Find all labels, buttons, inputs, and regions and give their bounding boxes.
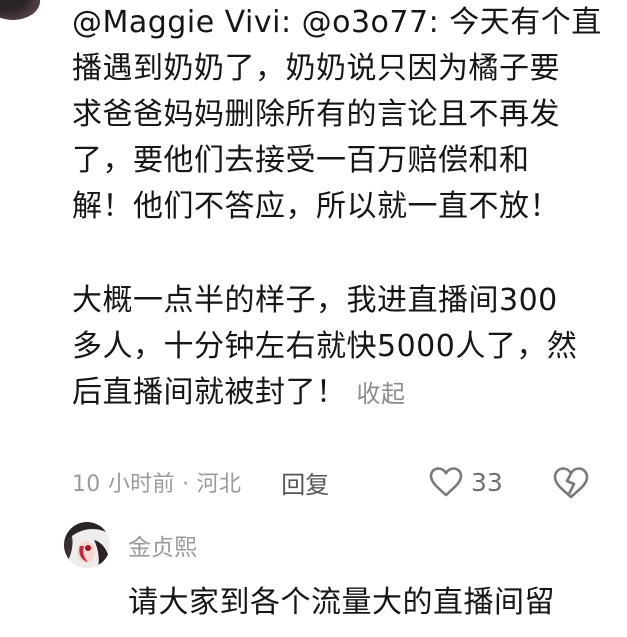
collapse-link[interactable]: 收起	[357, 380, 406, 408]
comment-line: 求爸爸妈妈删除所有的言论且不再发	[72, 97, 560, 132]
avatar-image	[64, 522, 110, 568]
comment-line: 播遇到奶奶了，奶奶说只因为橘子要	[72, 51, 560, 86]
reply-username[interactable]: 金贞熙	[128, 528, 197, 562]
like-button[interactable]: 33	[429, 462, 503, 502]
comment-paragraph-2: 大概一点半的样子，我进直播间300 多人，十分钟左右就快5000人了，然 后直播…	[72, 278, 612, 417]
comment-line: 解！他们不答应，所以就一直不放！	[72, 189, 560, 224]
comment-paragraph-1: @Maggie Vivi: @o3o77: 今天有个直 播遇到奶奶了，奶奶说只因…	[72, 0, 612, 230]
comment-text: @Maggie Vivi: @o3o77: 今天有个直 播遇到奶奶了，奶奶说只因…	[72, 0, 612, 417]
heart-outline-icon	[429, 467, 463, 497]
reply-avatar[interactable]	[64, 522, 110, 568]
like-count: 33	[471, 467, 503, 497]
comment-meta-row: 10 小时前 · 河北 回复 33	[72, 462, 612, 502]
comment-line: 大概一点半的样子，我进直播间300	[72, 283, 558, 318]
comment-line: 多人，十分钟左右就快5000人了，然	[72, 329, 578, 364]
reply-text: 请大家到各个流量大的直播间留	[128, 585, 555, 620]
comment-line: @Maggie Vivi: @o3o77: 今天有个直	[72, 5, 602, 40]
comment-timestamp: 10 小时前 · 河北	[72, 472, 242, 497]
comment-line: 后直播间就被封了！	[72, 375, 347, 410]
commenter-avatar[interactable]	[0, 0, 40, 20]
comment-line: 了，要他们去接受一百万赔偿和和	[72, 143, 530, 178]
broken-heart-icon[interactable]	[553, 466, 589, 500]
reply-button[interactable]: 回复	[281, 465, 329, 500]
